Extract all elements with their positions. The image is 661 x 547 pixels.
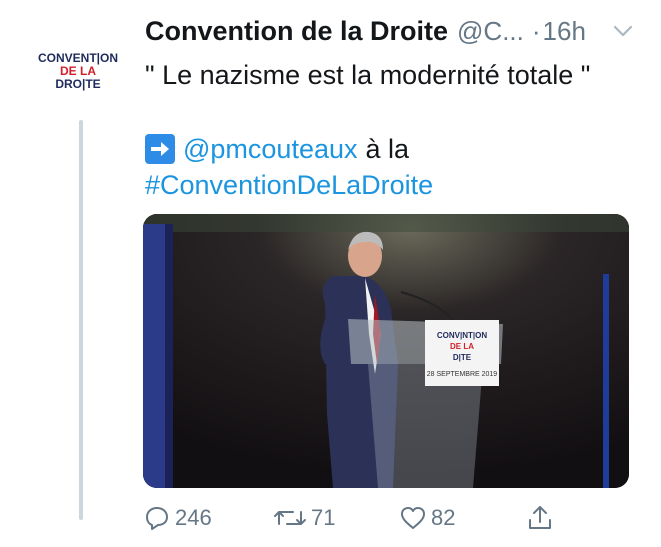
share-button[interactable]	[526, 504, 554, 532]
logo-line-2: DE LA	[60, 64, 96, 78]
author-name[interactable]: Convention de la Droite	[145, 16, 448, 47]
share-icon	[529, 506, 551, 529]
podium-sign-line-1: CONV|NT|ON	[437, 331, 487, 340]
podium-sign-line-3: D|TE	[453, 353, 472, 362]
timestamp[interactable]: 16h	[543, 16, 586, 47]
thread-line	[79, 120, 83, 520]
tweet-header: Convention de la Droite @C... · 16h	[145, 16, 645, 50]
tweet-body-line: @pmcouteaux à la	[145, 132, 409, 166]
heart-icon	[401, 507, 425, 529]
convention-logo: CONVENT|ON DE LA DRO|TE	[38, 51, 118, 91]
like-count: 82	[431, 505, 456, 530]
reply-icon	[146, 507, 168, 530]
podium-sign-date: 28 SEPTEMBRE 2019	[427, 371, 498, 378]
hashtag-link[interactable]: #ConventionDeLaDroite	[145, 170, 433, 201]
like-button[interactable]: 82	[399, 504, 455, 532]
logo-line-3: DRO|TE	[55, 77, 100, 91]
reply-count: 246	[175, 505, 212, 530]
author-handle[interactable]: @C...	[457, 16, 524, 47]
reply-button[interactable]: 246	[143, 504, 212, 532]
media-photo[interactable]: CONV|NT|ON DE LA D|TE 28 SEPTEMBRE 2019	[143, 214, 629, 488]
tweet-text: " Le nazisme est la modernité totale "	[145, 60, 591, 90]
podium-sign-line-2: DE LA	[450, 342, 474, 351]
retweet-count: 71	[311, 505, 336, 530]
retweet-button[interactable]: 71	[273, 504, 335, 532]
logo-line-1: CONVENT|ON	[38, 51, 118, 65]
separator-dot: ·	[531, 16, 541, 46]
retweet-icon	[274, 511, 306, 525]
tweet-actions: 246 71 82	[143, 500, 623, 540]
right-arrow-emoji-icon	[145, 134, 175, 164]
avatar[interactable]: CONVENT|ON DE LA DRO|TE	[26, 50, 130, 92]
mention-link[interactable]: @pmcouteaux	[183, 134, 358, 165]
body-text: à la	[365, 133, 410, 164]
chevron-down-icon[interactable]	[612, 24, 634, 38]
